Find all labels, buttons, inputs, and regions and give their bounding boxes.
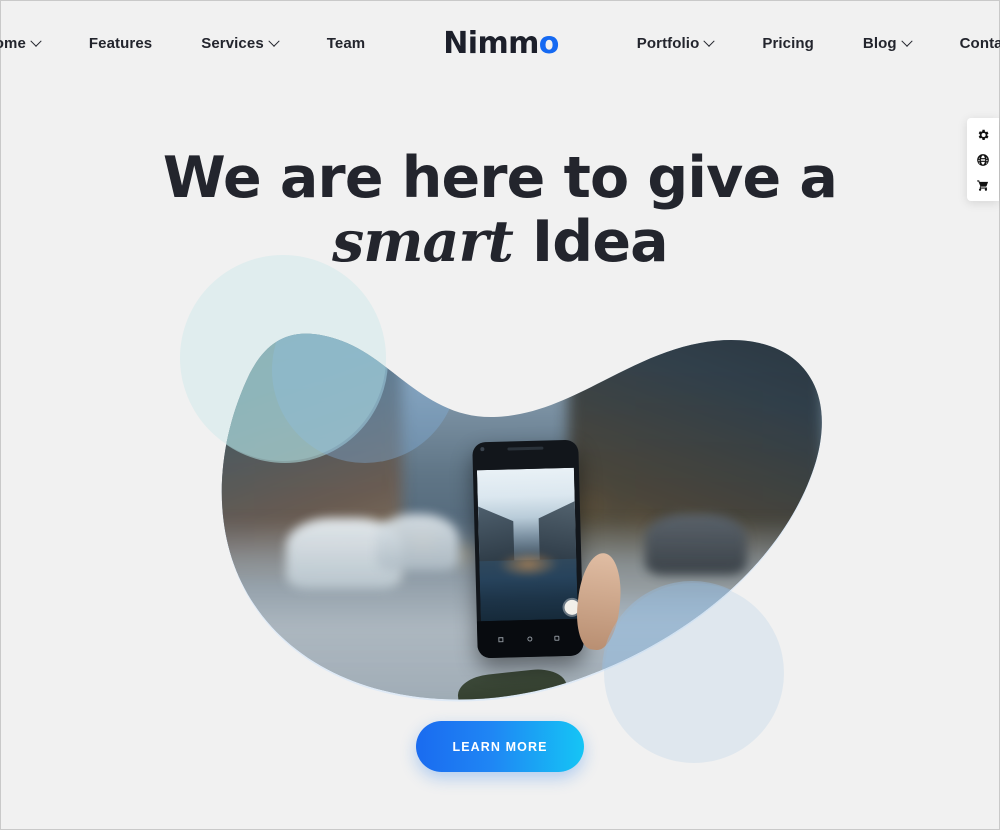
nav-item-blog[interactable]: Blog <box>862 35 913 52</box>
globe-icon[interactable] <box>976 152 991 167</box>
hero-image-blob <box>180 255 824 763</box>
nav-item-features[interactable]: Features <box>89 35 152 52</box>
smartphone <box>472 440 583 658</box>
earpiece-speaker <box>507 447 543 451</box>
nav-item-label: Contact <box>959 35 1000 52</box>
nav-item-label: Team <box>326 35 366 52</box>
site-logo[interactable]: Nimmo <box>443 26 559 61</box>
back-icon <box>499 637 504 642</box>
nav-item-contact[interactable]: Contact <box>960 35 1000 52</box>
floating-side-panel <box>967 118 999 201</box>
learn-more-button[interactable]: LEARN MORE <box>416 721 584 772</box>
nav-item-pricing[interactable]: Pricing <box>762 35 814 52</box>
main-navigation: Home Features Services Team Nimmo Portfo… <box>0 1 1000 86</box>
nav-item-label: Services <box>201 35 264 52</box>
nav-item-label: Home <box>0 35 26 52</box>
nav-left-group: Home Features Services Team <box>0 35 365 52</box>
headline-line-1: We are here to give a <box>162 145 838 211</box>
logo-accent-letter: o <box>538 26 560 61</box>
logo-text: Nimm <box>443 26 539 61</box>
cart-icon[interactable] <box>976 177 991 192</box>
front-camera-icon <box>481 447 485 451</box>
chevron-down-icon <box>30 35 42 47</box>
nav-item-services[interactable]: Services <box>201 35 280 52</box>
hero-headline: We are here to give a smart Idea <box>1 147 999 274</box>
nav-item-portfolio[interactable]: Portfolio <box>636 35 716 52</box>
nav-item-team[interactable]: Team <box>327 35 365 52</box>
android-nav-bar <box>477 619 584 658</box>
chevron-down-icon <box>900 35 913 47</box>
gear-icon[interactable] <box>976 127 991 142</box>
nav-right-group: Portfolio Pricing Blog Contact <box>637 35 1000 52</box>
car-middle <box>376 514 459 571</box>
nav-item-label: Pricing <box>762 35 814 52</box>
decorative-circle-mint-outer <box>180 255 386 461</box>
chevron-down-icon <box>268 35 280 47</box>
home-icon <box>527 637 532 642</box>
nav-item-label: Portfolio <box>636 35 700 52</box>
recents-icon <box>555 636 560 641</box>
screen-light-glow <box>497 550 560 579</box>
nav-item-home[interactable]: Home <box>0 35 42 52</box>
decorative-circle-blue-outer <box>604 583 784 763</box>
car-right <box>645 514 747 576</box>
nav-item-label: Blog <box>862 35 897 52</box>
phone-screen <box>477 468 578 621</box>
nav-item-label: Features <box>88 35 153 52</box>
chevron-down-icon <box>703 35 716 47</box>
